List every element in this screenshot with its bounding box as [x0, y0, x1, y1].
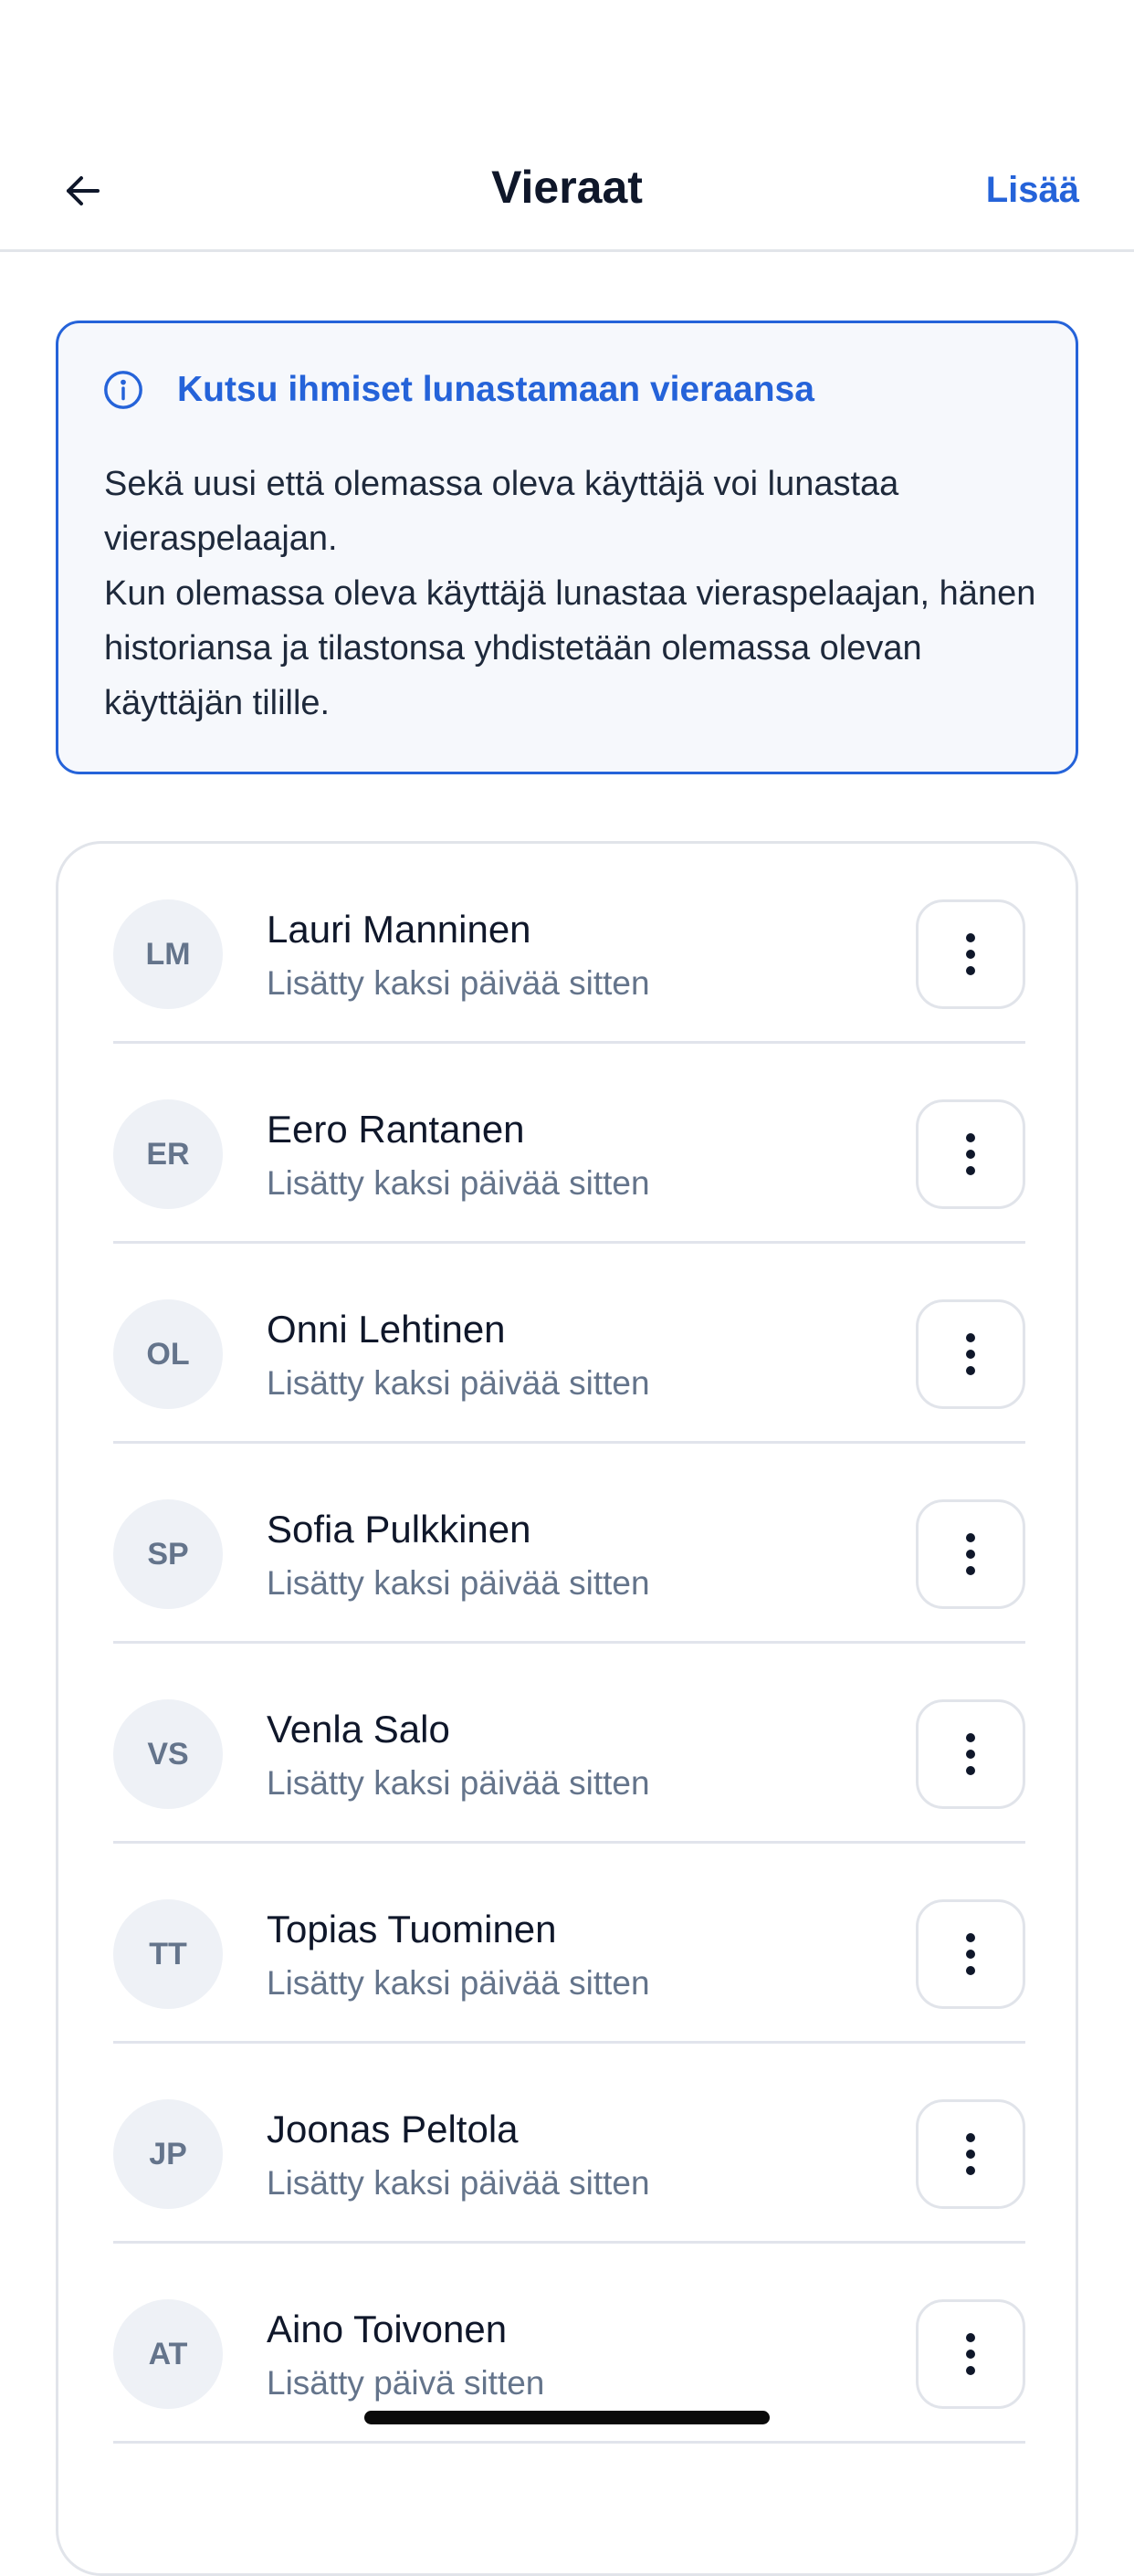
info-callout-text: Sekä uusi että olemassa oleva käyttäjä v… — [104, 457, 1045, 731]
more-vertical-icon — [966, 933, 975, 975]
avatar: JP — [113, 2099, 223, 2209]
guest-name: Joonas Peltola — [267, 2108, 519, 2150]
guest-options-button[interactable] — [916, 1299, 1025, 1409]
more-vertical-icon — [966, 1533, 975, 1575]
guest-name: Eero Rantanen — [267, 1108, 525, 1151]
add-guest-button[interactable]: Lisää — [986, 158, 1079, 222]
avatar: LM — [113, 899, 223, 1009]
guest-name: Onni Lehtinen — [267, 1308, 506, 1351]
guest-added-time: Lisätty päivä sitten — [267, 2364, 545, 2402]
info-callout-title: Kutsu ihmiset lunastamaan vieraansa — [177, 370, 814, 409]
avatar: ER — [113, 1099, 223, 1209]
guest-added-time: Lisätty kaksi päivää sitten — [267, 1764, 650, 1802]
guest-name: Topias Tuominen — [267, 1908, 557, 1950]
guest-options-button[interactable] — [916, 1099, 1025, 1209]
info-circle-icon — [102, 369, 144, 411]
guest-list-card: LM Lauri Manninen Lisätty kaksi päivää s… — [56, 841, 1078, 2576]
info-paragraph: Sekä uusi että olemassa oleva käyttäjä v… — [104, 465, 899, 558]
guest-added-time: Lisätty kaksi päivää sitten — [267, 1364, 650, 1402]
guest-name: Aino Toivonen — [267, 2308, 508, 2350]
guest-added-time: Lisätty kaksi päivää sitten — [267, 1964, 650, 2002]
home-indicator — [364, 2411, 770, 2424]
more-vertical-icon — [966, 1933, 975, 1975]
guest-row: LM Lauri Manninen Lisätty kaksi päivää s… — [113, 844, 1025, 1044]
avatar: AT — [113, 2299, 223, 2409]
avatar: OL — [113, 1299, 223, 1409]
guest-row: TT Topias Tuominen Lisätty kaksi päivää … — [113, 1844, 1025, 2044]
info-paragraph: Kun olemassa oleva käyttäjä lunastaa vie… — [104, 574, 1036, 722]
guest-row: JP Joonas Peltola Lisätty kaksi päivää s… — [113, 2044, 1025, 2244]
top-bar: Vieraat Lisää — [0, 128, 1134, 252]
guest-options-button[interactable] — [916, 1499, 1025, 1609]
guest-name: Sofia Pulkkinen — [267, 1508, 531, 1551]
guest-added-time: Lisätty kaksi päivää sitten — [267, 964, 650, 1002]
info-callout: Kutsu ihmiset lunastamaan vieraansa Sekä… — [56, 321, 1078, 774]
guest-added-time: Lisätty kaksi päivää sitten — [267, 2164, 650, 2202]
more-vertical-icon — [966, 2333, 975, 2375]
guest-added-time: Lisätty kaksi päivää sitten — [267, 1164, 650, 1202]
page-title: Vieraat — [491, 162, 643, 213]
guest-list: LM Lauri Manninen Lisätty kaksi päivää s… — [113, 844, 1025, 2444]
guest-row: VS Venla Salo Lisätty kaksi päivää sitte… — [113, 1644, 1025, 1844]
guest-row: OL Onni Lehtinen Lisätty kaksi päivää si… — [113, 1244, 1025, 1444]
more-vertical-icon — [966, 1333, 975, 1375]
guest-row: ER Eero Rantanen Lisätty kaksi päivää si… — [113, 1044, 1025, 1244]
avatar: TT — [113, 1899, 223, 2009]
guest-row: SP Sofia Pulkkinen Lisätty kaksi päivää … — [113, 1444, 1025, 1644]
guest-name: Venla Salo — [267, 1708, 450, 1751]
guest-options-button[interactable] — [916, 899, 1025, 1009]
guest-name: Lauri Manninen — [267, 908, 531, 951]
guest-added-time: Lisätty kaksi päivää sitten — [267, 1564, 650, 1602]
avatar: SP — [113, 1499, 223, 1609]
avatar: VS — [113, 1699, 223, 1809]
more-vertical-icon — [966, 1133, 975, 1175]
guest-options-button[interactable] — [916, 2299, 1025, 2409]
guest-options-button[interactable] — [916, 1899, 1025, 2009]
guest-options-button[interactable] — [916, 2099, 1025, 2209]
more-vertical-icon — [966, 1733, 975, 1775]
more-vertical-icon — [966, 2133, 975, 2175]
guest-options-button[interactable] — [916, 1699, 1025, 1809]
info-callout-header: Kutsu ihmiset lunastamaan vieraansa — [102, 367, 814, 413]
